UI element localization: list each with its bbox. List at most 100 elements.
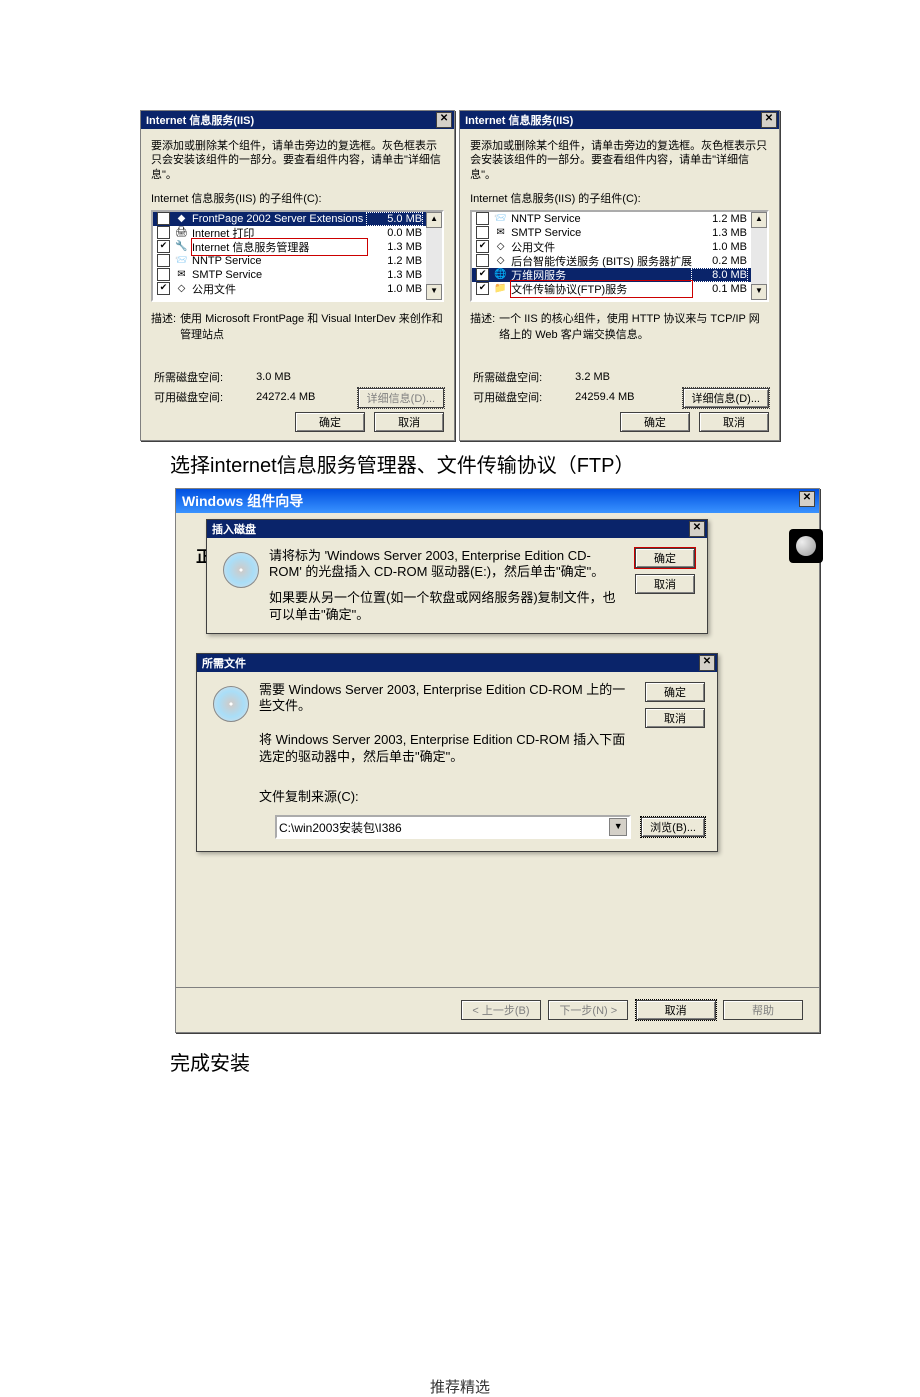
titlebar: Internet 信息服务(IIS) ✕ (460, 111, 779, 129)
close-icon[interactable]: ✕ (761, 112, 777, 128)
component-size: 5.0 MB (367, 213, 422, 225)
list-item[interactable]: ◇公用文件1.0 MB (472, 240, 751, 254)
scroll-down-icon[interactable]: ▼ (426, 284, 442, 300)
component-icon: 📨 (494, 212, 507, 225)
ok-button[interactable]: 确定 (295, 412, 365, 432)
close-icon[interactable]: ✕ (436, 112, 452, 128)
checkbox[interactable] (476, 254, 489, 267)
list-item[interactable]: ◇公用文件1.0 MB (153, 282, 426, 296)
instructions: 要添加或删除某个组件，请单击旁边的复选框。灰色框表示只会安装该组件的一部分。要查… (151, 139, 444, 182)
list-item[interactable]: ✉SMTP Service1.3 MB (153, 268, 426, 282)
close-icon[interactable]: ✕ (699, 655, 715, 671)
dialog-title: 所需文件 (202, 655, 246, 671)
component-size: 1.0 MB (692, 241, 747, 253)
component-icon: 📨 (175, 254, 188, 267)
dialog-text: 需要 Windows Server 2003, Enterprise Editi… (259, 682, 629, 715)
component-icon: 🌐 (494, 268, 507, 281)
disk-space: 所需磁盘空间:3.2 MB 可用磁盘空间:24259.4 MB (470, 366, 666, 408)
back-button[interactable]: < 上一步(B) (461, 1000, 541, 1020)
list-item[interactable]: 🔧Internet 信息服务管理器1.3 MB (153, 240, 426, 254)
list-item[interactable]: 📨NNTP Service1.2 MB (472, 212, 751, 226)
dialog-text: 如果要从另一个位置(如一个软盘或网络服务器)复制文件，也可以单击"确定"。 (269, 590, 619, 623)
cancel-button[interactable]: 取消 (635, 574, 695, 594)
dialog-title: 插入磁盘 (212, 521, 256, 537)
component-size: 1.0 MB (367, 283, 422, 295)
caption-1: 选择internet信息服务管理器、文件传输协议（FTP） (170, 449, 780, 478)
scrollbar[interactable]: ▲ ▼ (751, 212, 767, 300)
details-button[interactable]: 详细信息(D)... (358, 388, 444, 408)
component-icon: 🔧 (175, 240, 188, 253)
page-footer: 推荐精选 (140, 1376, 780, 1397)
component-size: 0.2 MB (692, 255, 747, 267)
component-size: 1.3 MB (692, 227, 747, 239)
window-title: Internet 信息服务(IIS) (146, 112, 254, 128)
ok-button[interactable]: 确定 (620, 412, 690, 432)
next-button[interactable]: 下一步(N) > (548, 1000, 628, 1020)
checkbox[interactable] (476, 240, 489, 253)
checkbox[interactable] (157, 240, 170, 253)
checkbox[interactable] (476, 226, 489, 239)
instructions: 要添加或删除某个组件，请单击旁边的复选框。灰色框表示只会安装该组件的一部分。要查… (470, 139, 769, 182)
component-wizard: Windows 组件向导 ✕ 正 插入磁盘 ✕ 请将标为 'Windows Se… (175, 488, 820, 1033)
insert-disk-dialog: 插入磁盘 ✕ 请将标为 'Windows Server 2003, Enterp… (206, 519, 708, 634)
browse-button[interactable]: 浏览(B)... (641, 817, 705, 837)
close-icon[interactable]: ✕ (689, 521, 705, 537)
disk-space: 所需磁盘空间:3.0 MB 可用磁盘空间:24272.4 MB (151, 366, 347, 408)
component-size: 0.1 MB (692, 283, 747, 295)
list-item[interactable]: ◇后台智能传送服务 (BITS) 服务器扩展0.2 MB (472, 254, 751, 268)
titlebar: Windows 组件向导 ✕ (176, 489, 819, 513)
cancel-button[interactable]: 取消 (699, 412, 769, 432)
checkbox[interactable] (157, 226, 170, 239)
help-button[interactable]: 帮助 (723, 1000, 803, 1020)
cancel-button[interactable]: 取消 (636, 1000, 716, 1020)
component-label: NNTP Service (511, 213, 692, 225)
titlebar: Internet 信息服务(IIS) ✕ (141, 111, 454, 129)
list-item[interactable]: 📨NNTP Service1.2 MB (153, 254, 426, 268)
source-path-input[interactable]: C:\win2003安装包\I386 ▼ (275, 815, 631, 839)
component-label: SMTP Service (511, 227, 692, 239)
dialog-text: 将 Windows Server 2003, Enterprise Editio… (259, 732, 629, 765)
component-size: 1.3 MB (367, 241, 422, 253)
component-size: 1.3 MB (367, 269, 422, 281)
list-item[interactable]: 🖨Internet 打印0.0 MB (153, 226, 426, 240)
component-size: 1.2 MB (367, 255, 422, 267)
subcomponents-list[interactable]: ◆FrontPage 2002 Server Extensions5.0 MB🖨… (151, 210, 444, 302)
component-icon: ◆ (175, 212, 188, 225)
checkbox[interactable] (476, 282, 489, 295)
list-item[interactable]: ◆FrontPage 2002 Server Extensions5.0 MB (153, 212, 426, 226)
component-label: 公用文件 (192, 281, 367, 297)
cancel-button[interactable]: 取消 (645, 708, 705, 728)
ok-button[interactable]: 确定 (645, 682, 705, 702)
ok-button[interactable]: 确定 (635, 548, 695, 568)
window-title: Windows 组件向导 (182, 491, 303, 513)
description-label: 描述: (151, 310, 176, 342)
checkbox[interactable] (476, 268, 489, 281)
component-icon: 📁 (494, 282, 507, 295)
wizard-buttons: < 上一步(B) 下一步(N) > 取消 帮助 (176, 987, 819, 1032)
subcomponents-list[interactable]: 📨NNTP Service1.2 MB✉SMTP Service1.3 MB◇公… (470, 210, 769, 302)
checkbox[interactable] (157, 212, 170, 225)
component-label: 文件传输协议(FTP)服务 (511, 281, 692, 297)
checkbox[interactable] (157, 268, 170, 281)
subcomponents-label: Internet 信息服务(IIS) 的子组件(C): (151, 190, 444, 206)
scroll-down-icon[interactable]: ▼ (751, 284, 767, 300)
scrollbar[interactable]: ▲ ▼ (426, 212, 442, 300)
description-text: 一个 IIS 的核心组件，使用 HTTP 协议来与 TCP/IP 网络上的 We… (499, 310, 769, 342)
component-icon: ✉ (175, 268, 188, 281)
list-item[interactable]: 📁 文件传输协议(FTP)服务0.1 MB (472, 282, 751, 296)
scroll-up-icon[interactable]: ▲ (426, 212, 442, 228)
cd-icon (213, 686, 249, 722)
checkbox[interactable] (157, 282, 170, 295)
list-item[interactable]: ✉ SMTP Service1.3 MB (472, 226, 751, 240)
chevron-down-icon[interactable]: ▼ (609, 818, 627, 836)
cancel-button[interactable]: 取消 (374, 412, 444, 432)
component-icon: ✉ (494, 226, 507, 239)
list-item[interactable]: 🌐万维网服务8.0 MB (472, 268, 751, 282)
cd-icon (789, 529, 823, 563)
details-button[interactable]: 详细信息(D)... (683, 388, 769, 408)
checkbox[interactable] (476, 212, 489, 225)
checkbox[interactable] (157, 254, 170, 267)
scroll-up-icon[interactable]: ▲ (751, 212, 767, 228)
iis-dialog-left: Internet 信息服务(IIS) ✕ 要添加或删除某个组件，请单击旁边的复选… (140, 110, 455, 441)
close-icon[interactable]: ✕ (799, 491, 815, 507)
